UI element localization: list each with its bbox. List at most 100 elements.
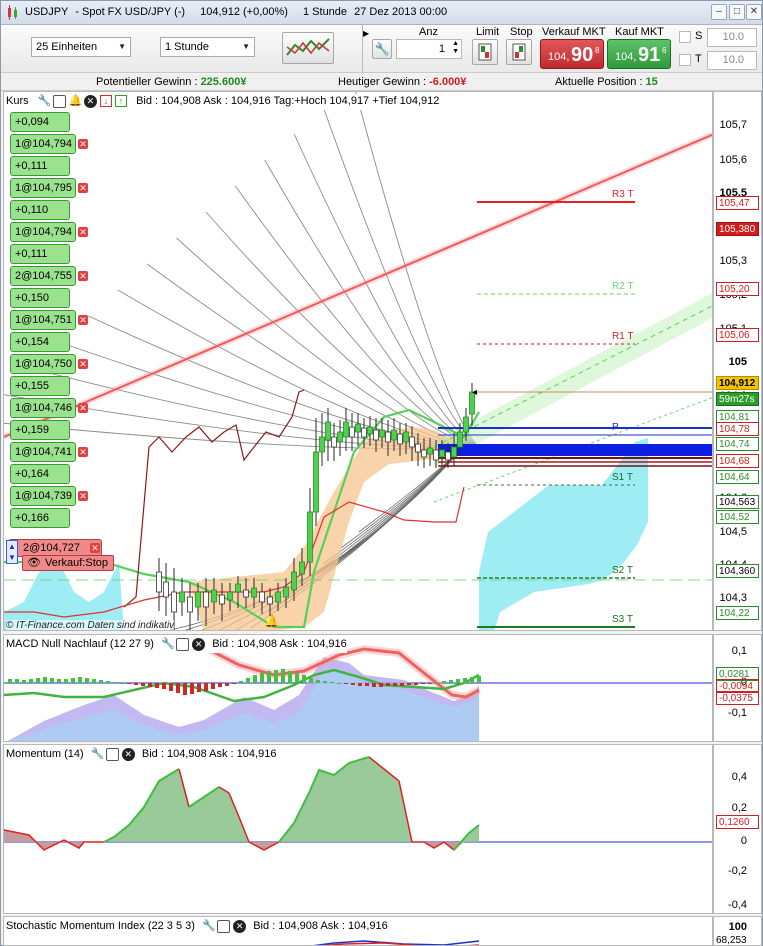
cancel-order-icon[interactable]: ✕ — [78, 403, 88, 413]
s-value-input[interactable]: 10.0 — [707, 28, 757, 47]
macd-bar — [330, 682, 334, 683]
order-profit-badge[interactable]: +0,164 — [10, 464, 70, 484]
order-profit-badge[interactable]: +0,150 — [10, 288, 70, 308]
cancel-order-icon[interactable]: ✕ — [78, 271, 88, 281]
price-axis-label: 105,3 — [719, 255, 747, 267]
t-checkbox[interactable] — [679, 54, 691, 66]
cancel-order-icon[interactable]: ✕ — [78, 491, 88, 501]
cancel-order-icon[interactable]: ✕ — [78, 139, 88, 149]
cancel-stop-icon[interactable]: ✕ — [90, 543, 100, 553]
macd-bar — [155, 683, 159, 688]
wrench-icon[interactable]: 🔧 — [161, 637, 175, 650]
window-icon[interactable] — [105, 747, 119, 761]
order-profit-badge[interactable]: +0,110 — [10, 200, 70, 220]
macd-header: MACD Null Nachlauf (12 27 9) 🔧 ✕ Bid : 1… — [6, 637, 347, 653]
order-price-badge[interactable]: 1@104,739 — [10, 486, 76, 506]
order-price-badge[interactable]: 2@104,755 — [10, 266, 76, 286]
order-profit-badge[interactable]: +0,111 — [10, 244, 70, 264]
price-axis-label: 105 — [728, 356, 747, 368]
macd-title: MACD Null Nachlauf (12 27 9) — [6, 638, 154, 650]
macd-bar — [414, 683, 418, 685]
order-price-badge[interactable]: 1@104,751 — [10, 310, 76, 330]
macd-bar — [239, 681, 243, 683]
order-price-badge[interactable]: 1@104,794 — [10, 134, 76, 154]
close-icon[interactable]: ✕ — [233, 919, 247, 933]
quantity-stepper[interactable]: 1 ▲ ▼ — [396, 39, 462, 59]
order-price-badge[interactable]: 1@104,741 — [10, 442, 76, 462]
macd-bar — [295, 673, 299, 683]
t-value: 10.0 — [722, 54, 744, 66]
wrench-icon[interactable]: 🔧 — [38, 94, 52, 107]
smi-value-tag: 68,253 — [716, 935, 747, 946]
stop-order-icon — [512, 43, 526, 61]
cancel-order-icon[interactable]: ✕ — [78, 359, 88, 369]
candle — [313, 418, 319, 526]
pivot-label: P — [612, 422, 619, 433]
sell-order-icon[interactable]: ↓ — [99, 95, 112, 108]
buy-order-icon[interactable]: ↑ — [115, 95, 127, 108]
macd-bar — [428, 683, 432, 684]
cancel-order-icon[interactable]: ✕ — [78, 315, 88, 325]
order-profit-badge[interactable]: +0,154 — [10, 332, 70, 352]
potential-profit-label: Potentieller Gewinn : — [96, 76, 201, 88]
title-bar: USDJPY - Spot FX USD/JPY (-) 104,912 (+0… — [1, 1, 762, 25]
stepper-arrows-icon[interactable]: ▲ ▼ — [452, 40, 459, 56]
minimize-button[interactable]: – — [711, 4, 727, 20]
maximize-button[interactable]: □ — [729, 4, 745, 20]
candlestick-icon — [8, 5, 17, 20]
macd-axis-label: -0,1 — [728, 707, 747, 719]
order-profit-badge[interactable]: +0,155 — [10, 376, 70, 396]
drag-handle-icon[interactable]: ▲ ▼ — [6, 540, 18, 564]
price-tag: 105,47 — [716, 196, 759, 210]
order-price-badge[interactable]: 1@104,795 — [10, 178, 76, 198]
indicator-button[interactable] — [282, 32, 334, 64]
close-button[interactable]: ✕ — [746, 4, 762, 20]
bell-icon[interactable]: 🔔 — [69, 94, 83, 107]
window-icon[interactable] — [217, 919, 231, 933]
buy-market-button[interactable]: 104, 91 6 — [607, 39, 671, 69]
cancel-order-icon[interactable]: ✕ — [78, 183, 88, 193]
s-checkbox[interactable] — [679, 31, 691, 43]
wrench-icon[interactable]: 🔧 — [202, 919, 216, 932]
order-price-badge[interactable]: 1@104,750 — [10, 354, 76, 374]
price-axis-label: 104,5 — [719, 526, 747, 538]
t-value-input[interactable]: 10.0 — [707, 51, 757, 70]
stop-order-button[interactable] — [506, 39, 532, 65]
close-icon[interactable]: ✕ — [192, 637, 206, 651]
sell-market-button[interactable]: 104, 90 8 — [540, 39, 604, 69]
limit-order-button[interactable] — [472, 39, 498, 65]
order-price-badge[interactable]: 1@104,746 — [10, 398, 76, 418]
macd-panel[interactable]: MACD Null Nachlauf (12 27 9) 🔧 ✕ Bid : 1… — [3, 634, 713, 742]
macd-bar — [50, 678, 54, 683]
wrench-icon[interactable]: 🔧 — [91, 747, 105, 760]
fan-arc — [88, 315, 480, 448]
wrench-icon[interactable]: 🔧 — [372, 39, 392, 59]
order-profit-badge[interactable]: +0,159 — [10, 420, 70, 440]
order-price-badge[interactable]: 1@104,794 — [10, 222, 76, 242]
interval-select[interactable]: 1 Stunde ▼ — [160, 37, 255, 57]
smi-panel[interactable]: Stochastic Momentum Index (22 3 5 3) 🔧 ✕… — [3, 916, 713, 946]
momentum-panel[interactable]: Momentum (14) 🔧 ✕ Bid : 104,908 Ask : 10… — [3, 744, 713, 914]
units-select[interactable]: 25 Einheiten ▼ — [31, 37, 131, 57]
order-profit-badge[interactable]: +0,111 — [10, 156, 70, 176]
stop-order-label[interactable]: 👁 Verkauf:Stop — [22, 555, 114, 571]
order-profit-badge[interactable]: +0,166 — [10, 508, 70, 528]
window-icon[interactable] — [52, 94, 66, 108]
cancel-order-icon[interactable]: ✕ — [78, 447, 88, 457]
price-axis-label: 104,3 — [719, 592, 747, 604]
candle — [156, 558, 162, 611]
macd-bar — [29, 679, 33, 683]
smi-axis-label: 100 — [728, 921, 747, 933]
price-tag: 104,78 — [716, 422, 759, 436]
macd-bar — [393, 683, 397, 686]
order-profit-badge[interactable]: +0,094 — [10, 112, 70, 132]
close-icon[interactable]: ✕ — [83, 94, 97, 108]
cancel-order-icon[interactable]: ✕ — [78, 227, 88, 237]
window-icon[interactable] — [176, 637, 190, 651]
collapse-arrow-icon[interactable]: ▶ — [363, 29, 369, 38]
current-position-label: Aktuelle Position : — [555, 76, 646, 88]
price-chart[interactable]: Kurs 🔧 🔔 ✕ ↓ ↑ Bid : 104,908 Ask : 104,9… — [3, 91, 713, 631]
macd-bar — [337, 683, 341, 684]
close-icon[interactable]: ✕ — [121, 747, 135, 761]
pivot-label: S3 T — [612, 614, 633, 625]
